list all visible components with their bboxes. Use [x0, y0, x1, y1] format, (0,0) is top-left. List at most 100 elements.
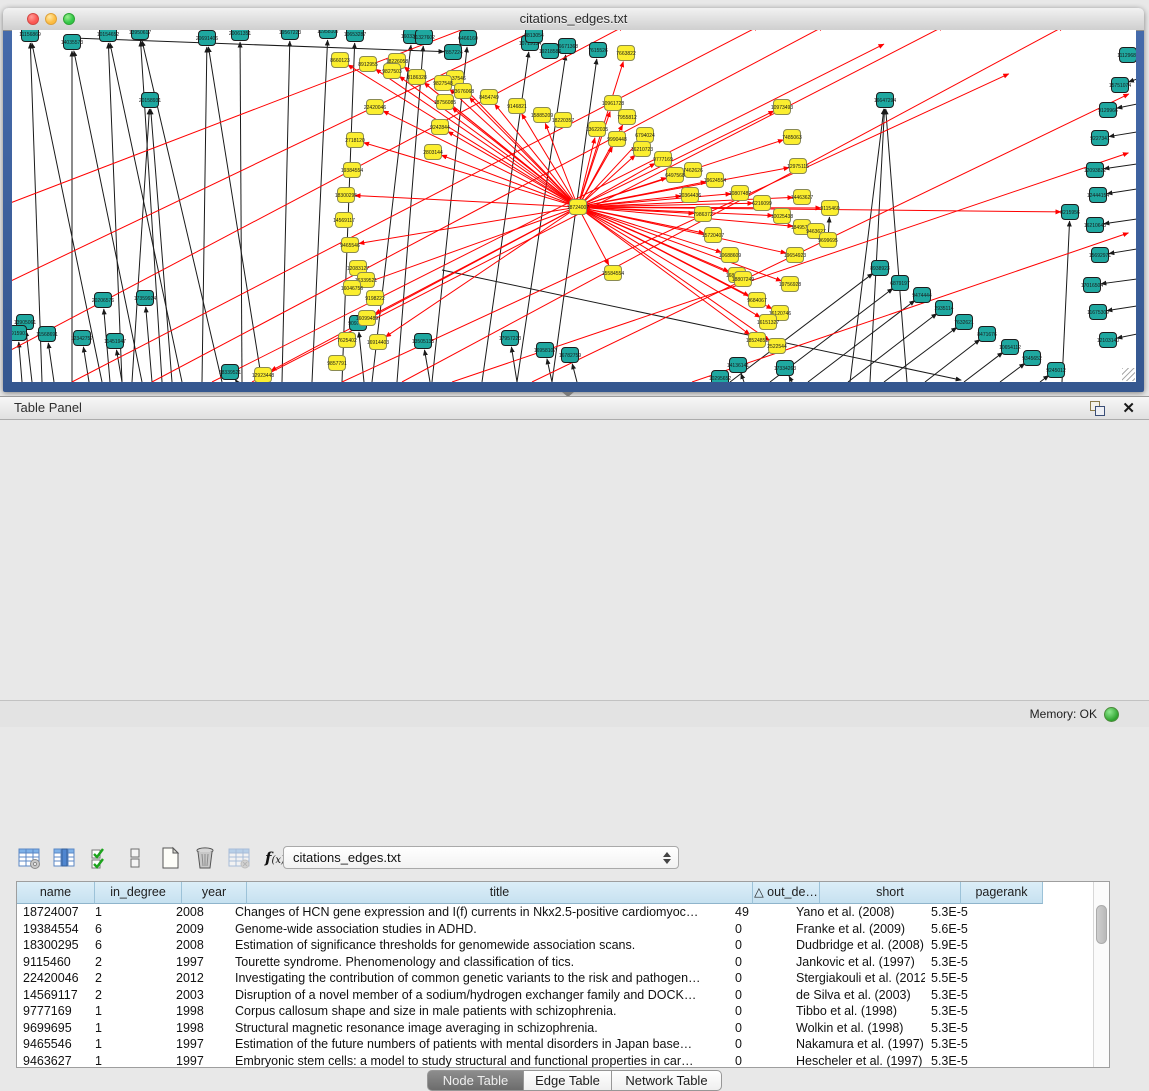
graph-node[interactable]: 16210643	[1084, 218, 1106, 233]
graph-node[interactable]: 10025438	[771, 209, 793, 224]
graph-node[interactable]: 9227341	[1090, 131, 1110, 146]
tab-network-table[interactable]: Network Table	[612, 1070, 722, 1091]
graph-node[interactable]: 10688609	[719, 248, 741, 263]
graph-node[interactable]: 11568691	[36, 327, 58, 342]
graph-node[interactable]: 13950617	[129, 30, 151, 40]
graph-node[interactable]: 7955812	[617, 110, 637, 125]
column-header-pagerank[interactable]: pagerank	[961, 882, 1043, 904]
graph-node[interactable]: 15720407	[702, 228, 724, 243]
graph-node[interactable]: 14136141	[727, 358, 749, 373]
graph-node[interactable]: 14569117	[333, 213, 355, 228]
graph-node[interactable]: 16046756	[341, 281, 363, 296]
graph-node[interactable]: 6794024	[635, 128, 655, 143]
graph-node[interactable]: 17016504	[1081, 278, 1103, 293]
graph-node[interactable]: 16210723	[631, 142, 653, 157]
column-header-in_degree[interactable]: in_degree	[95, 882, 182, 904]
select-column-icon[interactable]	[49, 843, 81, 873]
graph-node[interactable]: 2718120	[345, 133, 365, 148]
graph-node[interactable]: 12093822	[1084, 163, 1106, 178]
graph-node[interactable]: 14463627	[791, 190, 813, 205]
graph-node[interactable]: 19218586	[539, 44, 561, 59]
table-row[interactable]: 1872400712008Changes of HCN gene express…	[17, 904, 1109, 921]
graph-node[interactable]: 11156869	[19, 30, 41, 42]
graph-node[interactable]: 19567223	[279, 30, 301, 40]
close-panel-icon[interactable]: ✕	[1122, 399, 1135, 417]
graph-node[interactable]: 15751074	[1109, 78, 1131, 93]
column-header-name[interactable]: name	[17, 882, 95, 904]
graph-node[interactable]: 16099489	[356, 311, 378, 326]
graph-node[interactable]: 16914403	[367, 335, 389, 350]
graph-node[interactable]: 18724007	[567, 200, 589, 215]
graph-node[interactable]: 9474444	[912, 288, 932, 303]
graph-node[interactable]: 13622035	[586, 122, 608, 137]
table-row[interactable]: 946554611997Estimation of the future num…	[17, 1036, 1109, 1053]
graph-node[interactable]: 6216099	[752, 196, 772, 211]
graph-node[interactable]: 10154652	[97, 30, 119, 42]
graph-node[interactable]: 11958107	[317, 30, 339, 39]
create-column-icon[interactable]	[119, 843, 151, 873]
table-settings-icon[interactable]	[14, 843, 46, 873]
table-row[interactable]: 911546021997Tourette syndrome. Phenomeno…	[17, 954, 1109, 971]
graph-node[interactable]: 20364436	[679, 188, 701, 203]
graph-node[interactable]: 16782759	[559, 348, 581, 363]
graph-node[interactable]: 13505135	[412, 334, 434, 349]
graph-node[interactable]: 9990448	[607, 132, 627, 147]
graph-node[interactable]: 10961728	[602, 96, 624, 111]
graph-node[interactable]: 19384554	[341, 163, 363, 178]
graph-node[interactable]: 11451947	[104, 334, 126, 349]
graph-node[interactable]: 7663822	[616, 46, 636, 61]
graph-node[interactable]: 9465546	[340, 238, 360, 253]
graph-node[interactable]: 11327602	[413, 30, 435, 45]
graph-node[interactable]: 15692971	[1089, 248, 1111, 263]
graph-node[interactable]: 18524851	[746, 333, 768, 348]
graph-node[interactable]: 14035573	[61, 35, 83, 50]
graph-node[interactable]: 7986372	[693, 207, 713, 222]
graph-node[interactable]: 20691406	[196, 31, 218, 46]
table-row[interactable]: 1456911722003Disruption of a novel membe…	[17, 987, 1109, 1004]
graph-node[interactable]: 2935114	[934, 301, 953, 316]
graph-node[interactable]: 20061351	[229, 30, 251, 41]
graph-node[interactable]: 10973493	[771, 100, 793, 115]
graph-node[interactable]: 10654112	[999, 340, 1021, 355]
graph-node[interactable]: 12444154	[1087, 188, 1109, 203]
column-header-out_de[interactable]: △ out_de…	[753, 882, 820, 904]
graph-node[interactable]: 9146821	[507, 99, 527, 114]
graph-node[interactable]: 2522544	[767, 339, 787, 354]
graph-node[interactable]: 9857791	[327, 356, 347, 371]
graph-node[interactable]: 12923448	[252, 368, 274, 383]
network-window-titlebar[interactable]: citations_edges.txt	[3, 8, 1144, 31]
graph-node[interactable]: 19624554	[704, 173, 726, 188]
graph-node[interactable]: 7632621	[954, 315, 974, 330]
graph-node[interactable]: 6497568	[665, 168, 685, 183]
graph-node[interactable]: 7462626	[683, 163, 703, 178]
graph-node[interactable]: 9198222	[365, 291, 385, 306]
network-select-dropdown[interactable]: citations_edges.txt	[283, 846, 679, 869]
graph-node[interactable]: 8660123	[330, 53, 350, 68]
graph-node[interactable]: 9242844	[430, 120, 450, 135]
graph-node[interactable]: 3915901	[12, 326, 28, 341]
graph-node[interactable]: 18756085	[434, 95, 456, 110]
graph-node[interactable]: 19756928	[779, 277, 801, 292]
graph-node[interactable]: 7857224	[443, 45, 463, 60]
graph-node[interactable]: 22420046	[364, 100, 386, 115]
tab-edge-table[interactable]: Edge Table	[524, 1070, 612, 1091]
graph-node[interactable]: 8912955	[358, 57, 378, 72]
graph-node[interactable]: 9115460	[820, 201, 839, 216]
graph-node[interactable]: 16958107	[534, 343, 556, 358]
graph-node[interactable]: 9684067	[747, 293, 767, 308]
graph-node[interactable]: 11675309	[1087, 305, 1109, 320]
tab-node-table[interactable]: Node Table	[427, 1070, 524, 1091]
graph-node[interactable]: 8813054	[524, 30, 544, 43]
show-columns-icon[interactable]	[84, 843, 116, 873]
new-table-icon[interactable]	[154, 843, 186, 873]
table-row[interactable]: 946362711997Embryonic stem cells: a mode…	[17, 1053, 1109, 1069]
column-header-title[interactable]: title	[247, 882, 753, 904]
float-panel-icon[interactable]	[1090, 401, 1105, 416]
table-vertical-scrollbar[interactable]	[1093, 882, 1109, 1067]
graph-node[interactable]: 12103140	[1097, 333, 1119, 348]
graph-node[interactable]: 19654923	[784, 248, 806, 263]
graph-node[interactable]: 18339521	[219, 365, 241, 380]
graph-node[interactable]: 9699695	[818, 233, 838, 248]
graph-node[interactable]: 9245012	[1046, 363, 1066, 378]
graph-node[interactable]: 20206576	[92, 293, 114, 308]
